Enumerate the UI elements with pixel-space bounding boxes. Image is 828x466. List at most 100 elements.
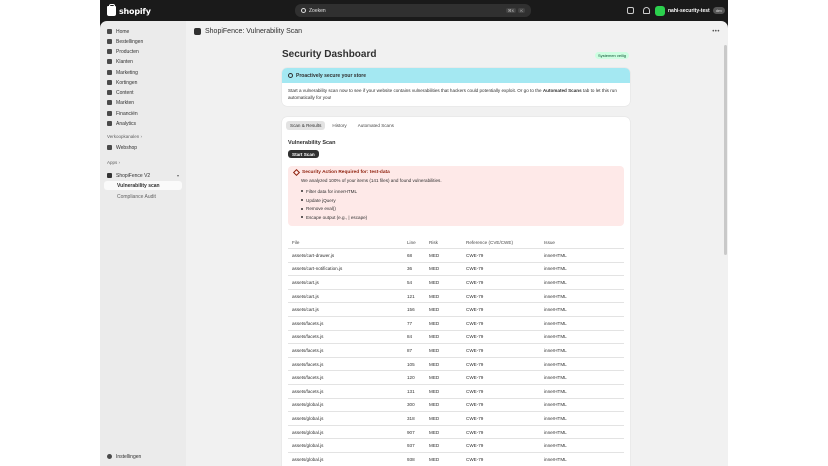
table-body: assets/cart-drawer.js 68 MED CWE-79 innerHTM…: [288, 249, 624, 466]
column-header-reference: Reference (CVE/CWE): [466, 240, 513, 245]
scrollbar[interactable]: [724, 45, 727, 255]
bank-icon: [107, 111, 112, 116]
banner-title: Proactively secure your store: [296, 72, 367, 79]
search-icon: [301, 8, 306, 13]
cell-issue: innerHTML: [544, 402, 567, 408]
table-row: assets/global.js 300 MED CWE-79 innerHTML: [288, 399, 624, 413]
app-icon: [194, 28, 201, 35]
sidebar-item-orders[interactable]: Bestellingen: [104, 37, 182, 46]
cell-reference: CWE-79: [466, 293, 484, 299]
cell-reference: CWE-79: [466, 279, 484, 285]
page-title: Security Dashboard: [282, 49, 377, 60]
sidebar-item-markets[interactable]: Markten: [104, 98, 182, 107]
cell-risk: MED: [429, 375, 440, 381]
tab-bar: Scan & Results History Automated Scans: [286, 121, 398, 130]
cell-issue: innerHTML: [544, 279, 567, 285]
table-row: assets/global.js 938 MED CWE-79 innerHTML: [288, 453, 624, 466]
table-row: assets/facets.js 84 MED CWE-79 innerHTML: [288, 331, 624, 345]
sidebar-item-compliance-audit[interactable]: Compliance Audit: [104, 192, 182, 201]
store-icon: [107, 145, 112, 150]
sidebar-item-webshop[interactable]: Webshop: [104, 143, 182, 152]
store-avatar: [655, 5, 665, 16]
section-title: Vulnerability Scan: [288, 140, 336, 146]
sidebar-item-content[interactable]: Content: [104, 88, 182, 97]
banner-header: Proactively secure your store: [282, 68, 630, 83]
sidebar-item-discounts[interactable]: Kortingen: [104, 78, 182, 87]
status-badge: Systemen veilig: [595, 52, 630, 59]
cell-risk: MED: [429, 252, 440, 258]
person-icon: [107, 59, 112, 64]
table-row: assets/facets.js 87 MED CWE-79 innerHTML: [288, 344, 624, 358]
table-row: assets/cart-notification.js 36 MED CWE-79 in…: [288, 263, 624, 277]
search-bar[interactable]: Zoeken ⌘K K: [295, 4, 531, 17]
start-scan-button[interactable]: Start Scan: [288, 150, 319, 158]
cell-file: assets/facets.js: [292, 375, 324, 381]
cell-line: 105: [407, 361, 415, 367]
home-icon: [107, 29, 112, 34]
sidebar-item-settings[interactable]: Instellingen: [104, 452, 182, 461]
automated-scans-link[interactable]: Automated Scans: [543, 88, 582, 93]
cell-issue: innerHTML: [544, 320, 567, 326]
target-icon: [107, 70, 112, 75]
discount-icon: [107, 80, 112, 85]
cell-issue: innerHTML: [544, 266, 567, 272]
chart-icon: [107, 121, 112, 126]
cell-line: 77: [407, 320, 413, 326]
store-name: nahi-security-test: [668, 7, 710, 14]
store-switcher[interactable]: nahi-security-test dev: [655, 5, 726, 16]
cell-risk: MED: [429, 334, 440, 340]
cell-issue: innerHTML: [544, 334, 567, 340]
table-row: assets/cart-drawer.js 68 MED CWE-79 innerHTM…: [288, 249, 624, 263]
cell-issue: innerHTML: [544, 388, 567, 394]
tab-history[interactable]: History: [328, 121, 350, 130]
cell-risk: MED: [429, 307, 440, 313]
cell-risk: MED: [429, 388, 440, 394]
cell-issue: innerHTML: [544, 375, 567, 381]
cell-issue: innerHTML: [544, 252, 567, 258]
orders-icon: [107, 39, 112, 44]
column-header-line: Line: [407, 240, 416, 245]
cell-reference: CWE-79: [466, 429, 484, 435]
app-header: ShopiFence: Vulnerability Scan: [194, 28, 302, 35]
cell-line: 121: [407, 293, 415, 299]
sidebar-item-shopifence[interactable]: ShopiFence V2 ▾: [104, 171, 182, 180]
sidebar-item-vulnerability-scan[interactable]: Vulnerability scan: [104, 181, 182, 190]
cell-line: 84: [407, 334, 413, 340]
logo-text: shopify: [119, 6, 151, 16]
shopify-logo[interactable]: shopify: [107, 4, 151, 17]
sidebar: Home Bestellingen Producten Klanten Mark…: [100, 21, 186, 466]
sidebar-item-finance[interactable]: Financiën: [104, 109, 182, 118]
cell-issue: innerHTML: [544, 347, 567, 353]
apps-heading[interactable]: Apps ›: [107, 160, 120, 165]
tab-automated-scans[interactable]: Automated Scans: [354, 121, 398, 130]
sidebar-item-home[interactable]: Home: [104, 27, 182, 36]
sidebar-item-analytics[interactable]: Analytics: [104, 119, 182, 128]
cell-line: 120: [407, 375, 415, 381]
tab-scan-results[interactable]: Scan & Results: [286, 121, 326, 130]
cell-line: 938: [407, 456, 415, 462]
column-header-issue: Issue: [544, 240, 555, 245]
cell-line: 937: [407, 443, 415, 449]
warning-icon: [292, 168, 301, 177]
sidebar-item-products[interactable]: Producten: [104, 47, 182, 56]
cell-file: assets/cart-drawer.js: [292, 252, 335, 258]
table-row: assets/cart.js 121 MED CWE-79 innerHTML: [288, 290, 624, 304]
bell-icon[interactable]: [643, 7, 650, 14]
chevron-right-icon: ›: [140, 134, 143, 139]
search-placeholder: Zoeken: [309, 7, 326, 14]
top-bar: shopify Zoeken ⌘K K nahi-security-test d…: [100, 0, 728, 21]
sales-channels-heading[interactable]: Verkoopkanalen ›: [107, 134, 142, 139]
tag-icon: [107, 49, 112, 54]
sidebar-item-customers[interactable]: Klanten: [104, 57, 182, 66]
table-header: File Line Risk Reference (CVE/CWE) Issue: [288, 237, 624, 249]
cell-line: 54: [407, 279, 413, 285]
cell-file: assets/global.js: [292, 415, 324, 421]
inbox-icon[interactable]: [627, 7, 634, 14]
cell-reference: CWE-79: [466, 388, 484, 394]
more-actions-icon[interactable]: •••: [712, 29, 720, 35]
cell-reference: CWE-79: [466, 320, 484, 326]
sidebar-item-marketing[interactable]: Marketing: [104, 68, 182, 77]
cell-reference: CWE-79: [466, 375, 484, 381]
cell-issue: innerHTML: [544, 429, 567, 435]
table-row: assets/cart.js 156 MED CWE-79 innerHTML: [288, 303, 624, 317]
